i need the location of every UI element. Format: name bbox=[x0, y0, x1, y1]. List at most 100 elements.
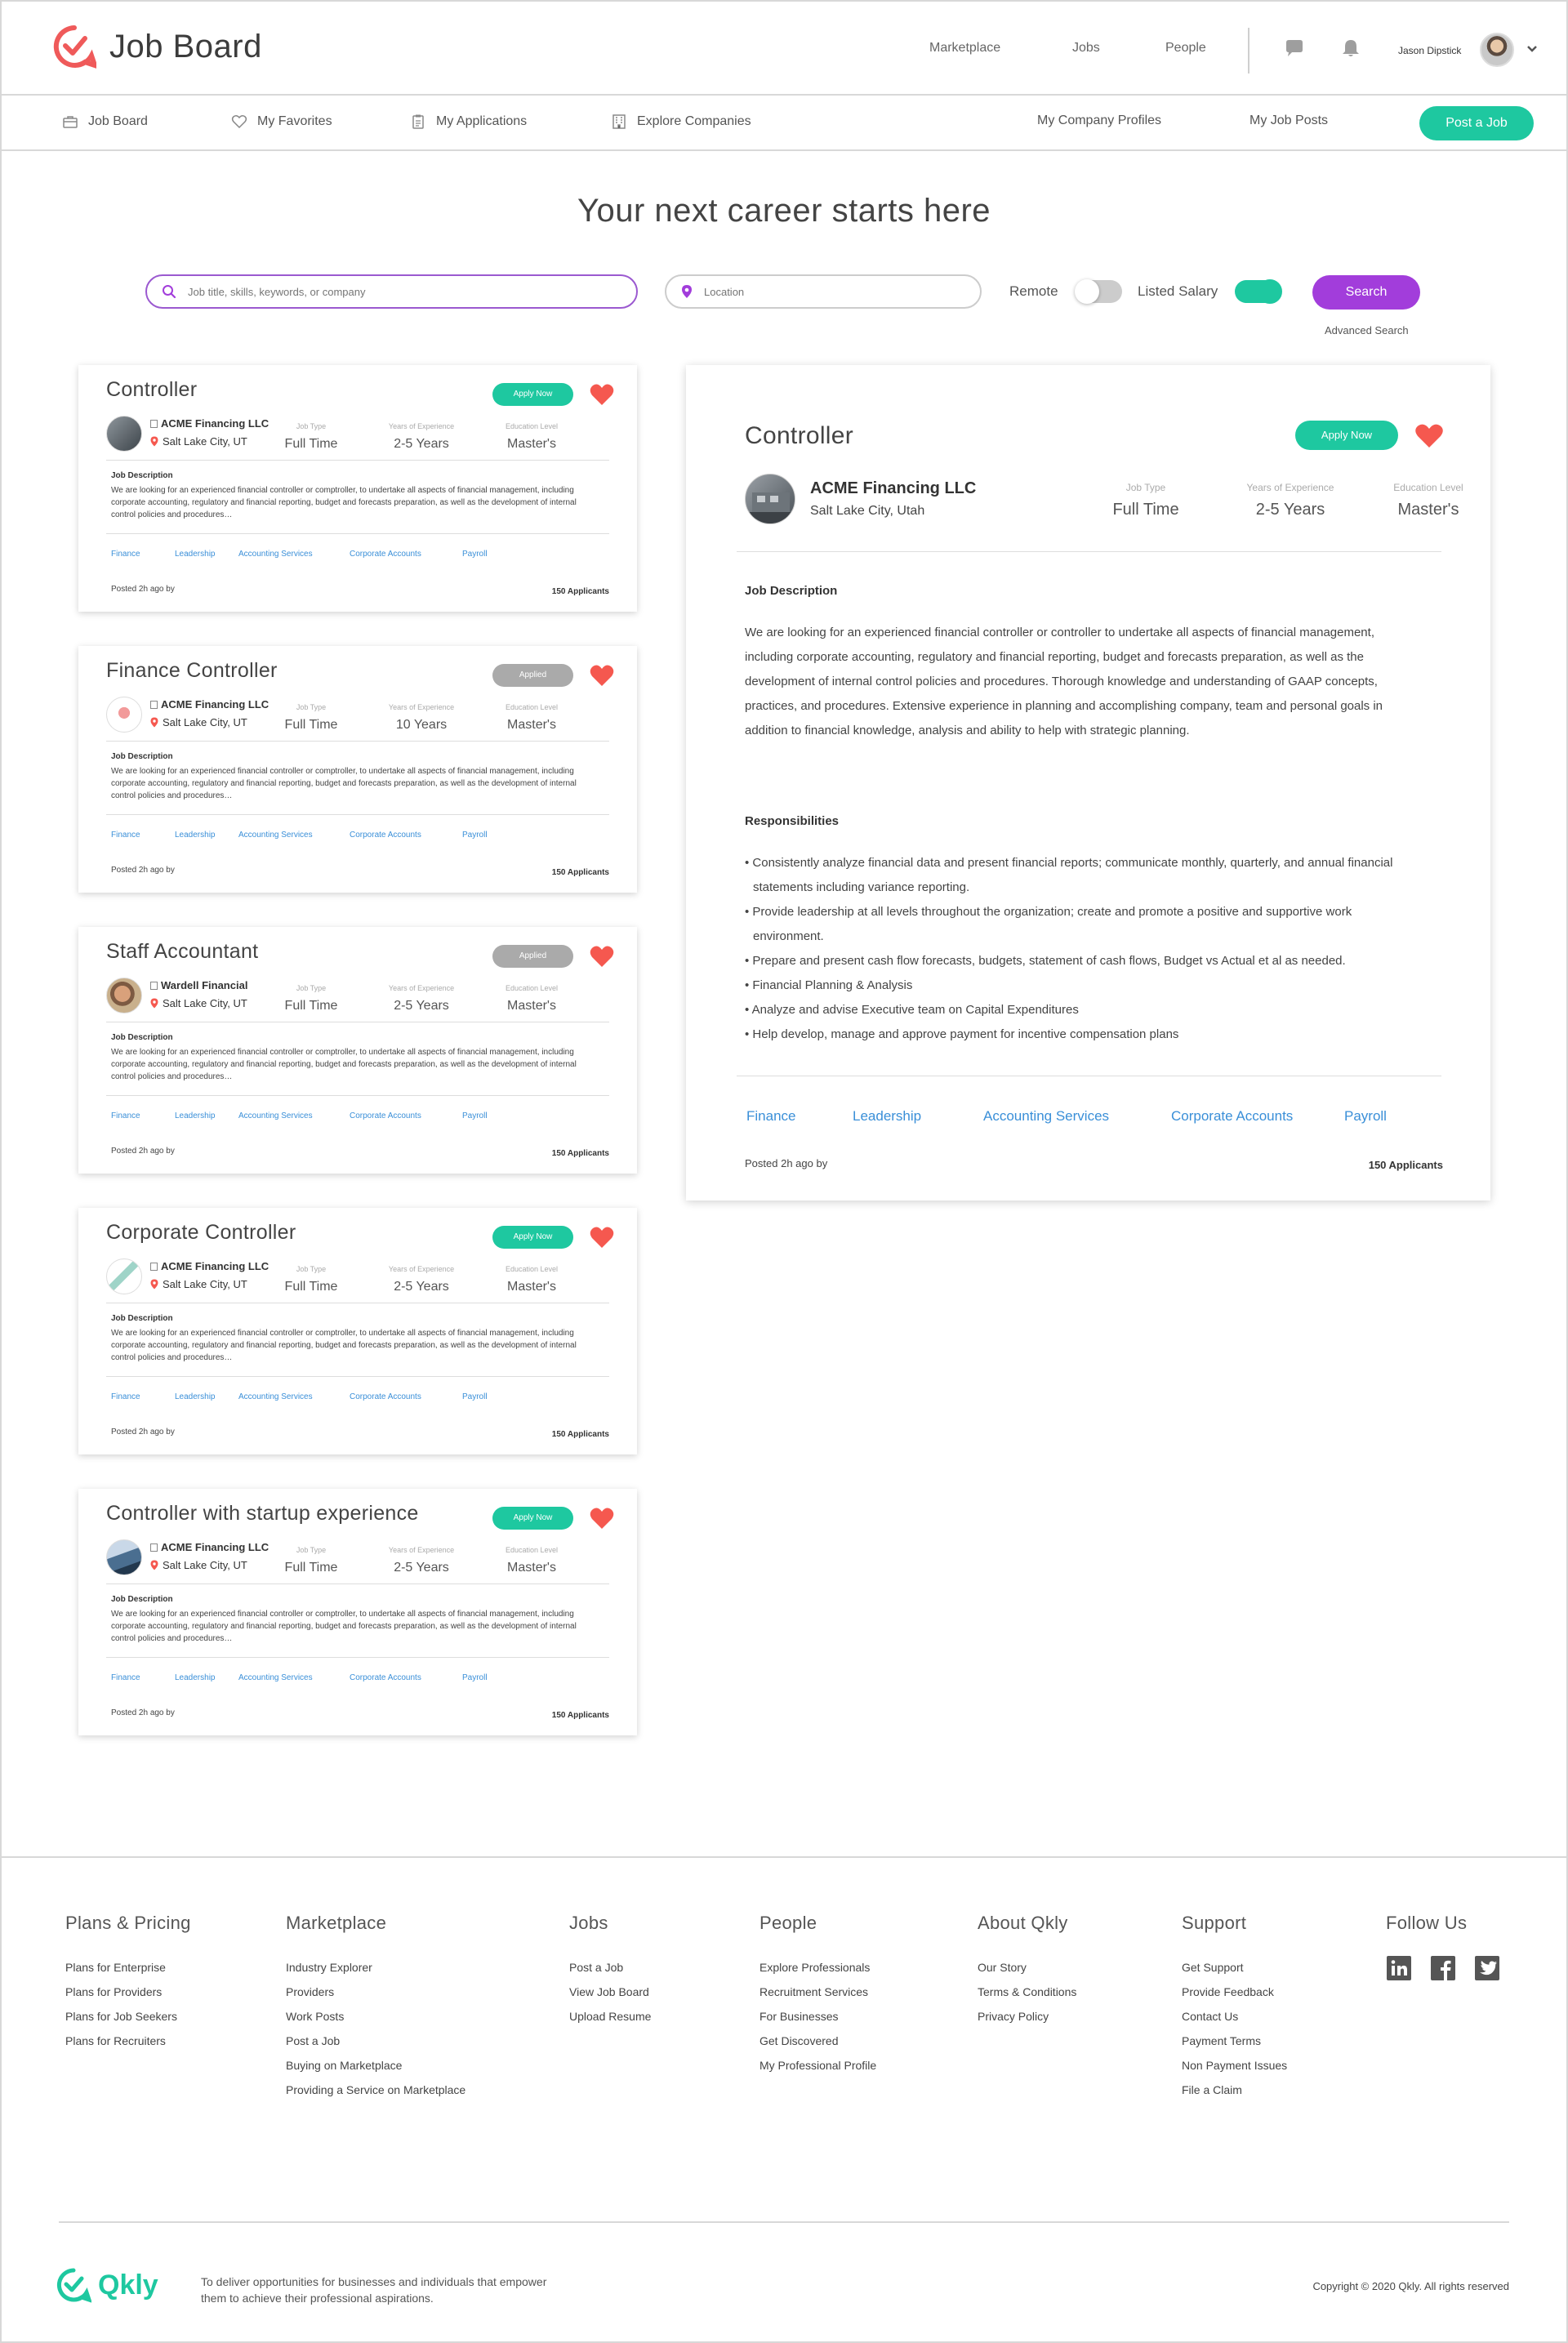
footer-link[interactable]: Upload Resume bbox=[569, 2004, 651, 2029]
facebook-icon[interactable] bbox=[1430, 1955, 1456, 1981]
footer-brand-logo[interactable]: Qkly bbox=[56, 2267, 158, 2303]
footer-link[interactable]: Terms & Conditions bbox=[978, 1980, 1076, 2004]
tag-link[interactable]: Corporate Accounts bbox=[350, 550, 421, 559]
footer-link[interactable]: File a Claim bbox=[1182, 2078, 1287, 2102]
tag-link[interactable]: Payroll bbox=[462, 1673, 488, 1682]
tag-link[interactable]: Payroll bbox=[462, 1392, 488, 1401]
footer-link[interactable]: Post a Job bbox=[569, 1955, 651, 1980]
post-job-button[interactable]: Post a Job bbox=[1419, 106, 1534, 140]
footer-link[interactable]: Non Payment Issues bbox=[1182, 2053, 1287, 2078]
footer-link[interactable]: Get Discovered bbox=[760, 2029, 876, 2053]
job-title[interactable]: Controller with startup experience bbox=[106, 1502, 419, 1526]
job-card[interactable]: Controller Apply Now ACME Financing LLC Sal… bbox=[78, 365, 637, 612]
footer-link[interactable]: For Businesses bbox=[760, 2004, 876, 2029]
tag-link[interactable]: Leadership bbox=[175, 831, 215, 840]
tag-link[interactable]: Leadership bbox=[853, 1108, 921, 1125]
tag-link[interactable]: Accounting Services bbox=[238, 1673, 313, 1682]
chevron-down-icon[interactable] bbox=[1526, 44, 1539, 54]
tag-link[interactable]: Payroll bbox=[462, 550, 488, 559]
footer-link[interactable]: Privacy Policy bbox=[978, 2004, 1076, 2029]
user-avatar[interactable] bbox=[1480, 33, 1514, 67]
tag-link[interactable]: Leadership bbox=[175, 550, 215, 559]
footer-link[interactable]: Contact Us bbox=[1182, 2004, 1287, 2029]
location-field[interactable] bbox=[665, 274, 982, 309]
tag-link[interactable]: Accounting Services bbox=[238, 1111, 313, 1120]
favorite-heart-icon[interactable] bbox=[590, 383, 614, 406]
subnav-explore-companies[interactable]: Explore Companies bbox=[611, 114, 751, 130]
favorite-heart-icon[interactable] bbox=[590, 945, 614, 968]
job-title[interactable]: Finance Controller bbox=[106, 659, 278, 683]
footer-link[interactable]: Work Posts bbox=[286, 2004, 466, 2029]
tag-link[interactable]: Accounting Services bbox=[983, 1108, 1109, 1125]
advanced-search-link[interactable]: Advanced Search bbox=[1325, 324, 1409, 336]
job-card[interactable]: Staff Accountant Applied Wardell Financial… bbox=[78, 927, 637, 1174]
job-title[interactable]: Staff Accountant bbox=[106, 940, 258, 964]
tag-link[interactable]: Corporate Accounts bbox=[1171, 1108, 1293, 1125]
footer-link[interactable]: Providers bbox=[286, 1980, 466, 2004]
nav-people[interactable]: People bbox=[1165, 41, 1206, 56]
footer-link[interactable]: Payment Terms bbox=[1182, 2029, 1287, 2053]
tag-link[interactable]: Accounting Services bbox=[238, 550, 313, 559]
chat-icon[interactable] bbox=[1284, 38, 1305, 59]
tag-link[interactable]: Corporate Accounts bbox=[350, 1673, 421, 1682]
footer-link[interactable]: Explore Professionals bbox=[760, 1955, 876, 1980]
job-card[interactable]: Finance Controller Applied ACME Financing … bbox=[78, 646, 637, 893]
search-input[interactable] bbox=[188, 285, 612, 298]
favorite-heart-icon[interactable] bbox=[590, 1507, 614, 1530]
apply-now-button[interactable]: Apply Now bbox=[492, 1507, 573, 1530]
detail-apply-button[interactable]: Apply Now bbox=[1295, 421, 1398, 450]
tag-link[interactable]: Accounting Services bbox=[238, 831, 313, 840]
footer-link[interactable]: Recruitment Services bbox=[760, 1980, 876, 2004]
footer-link[interactable]: Provide Feedback bbox=[1182, 1980, 1287, 2004]
tag-link[interactable]: Leadership bbox=[175, 1392, 215, 1401]
search-button[interactable]: Search bbox=[1312, 275, 1420, 310]
tag-link[interactable]: Leadership bbox=[175, 1673, 215, 1682]
favorite-heart-icon[interactable] bbox=[590, 664, 614, 687]
job-title[interactable]: Corporate Controller bbox=[106, 1221, 296, 1245]
nav-marketplace[interactable]: Marketplace bbox=[929, 41, 1000, 56]
company-name[interactable]: Wardell Financial bbox=[150, 979, 247, 991]
tag-link[interactable]: Finance bbox=[111, 1392, 140, 1401]
tag-link[interactable]: Leadership bbox=[175, 1111, 215, 1120]
tag-link[interactable]: Payroll bbox=[462, 1111, 488, 1120]
tag-link[interactable]: Finance bbox=[111, 1111, 140, 1120]
footer-link[interactable]: Post a Job bbox=[286, 2029, 466, 2053]
footer-link[interactable]: Industry Explorer bbox=[286, 1955, 466, 1980]
subnav-my-company-profiles[interactable]: My Company Profiles bbox=[1037, 114, 1161, 128]
favorite-heart-icon[interactable] bbox=[590, 1226, 614, 1249]
subnav-job-board[interactable]: Job Board bbox=[62, 114, 148, 130]
detail-company-name[interactable]: ACME Financing LLC bbox=[810, 479, 976, 498]
tag-link[interactable]: Payroll bbox=[1344, 1108, 1387, 1125]
favorite-heart-icon[interactable] bbox=[1414, 423, 1444, 449]
tag-link[interactable]: Corporate Accounts bbox=[350, 1392, 421, 1401]
footer-link[interactable]: Plans for Job Seekers bbox=[65, 2004, 191, 2029]
company-name[interactable]: ACME Financing LLC bbox=[150, 1541, 269, 1553]
footer-link[interactable]: Our Story bbox=[978, 1955, 1076, 1980]
company-name[interactable]: ACME Financing LLC bbox=[150, 1260, 269, 1272]
tag-link[interactable]: Finance bbox=[111, 1673, 140, 1682]
footer-link[interactable]: View Job Board bbox=[569, 1980, 651, 2004]
company-name[interactable]: ACME Financing LLC bbox=[150, 417, 269, 430]
footer-link[interactable]: Plans for Enterprise bbox=[65, 1955, 191, 1980]
footer-link[interactable]: Plans for Recruiters bbox=[65, 2029, 191, 2053]
subnav-my-favorites[interactable]: My Favorites bbox=[231, 114, 332, 130]
tag-link[interactable]: Finance bbox=[111, 831, 140, 840]
remote-toggle[interactable] bbox=[1075, 279, 1122, 304]
job-card[interactable]: Corporate Controller Apply Now ACME Financ… bbox=[78, 1208, 637, 1454]
tag-link[interactable]: Finance bbox=[111, 550, 140, 559]
subnav-my-applications[interactable]: My Applications bbox=[410, 114, 527, 130]
user-name[interactable]: Jason Dipstick bbox=[1398, 45, 1461, 56]
tag-link[interactable]: Payroll bbox=[462, 831, 488, 840]
tag-link[interactable]: Accounting Services bbox=[238, 1392, 313, 1401]
search-field[interactable] bbox=[145, 274, 638, 309]
nav-jobs[interactable]: Jobs bbox=[1072, 41, 1100, 56]
company-name[interactable]: ACME Financing LLC bbox=[150, 698, 269, 710]
tag-link[interactable]: Finance bbox=[746, 1108, 795, 1125]
footer-link[interactable]: Plans for Providers bbox=[65, 1980, 191, 2004]
bell-icon[interactable] bbox=[1340, 38, 1361, 59]
linkedin-icon[interactable] bbox=[1386, 1955, 1412, 1981]
footer-link[interactable]: Get Support bbox=[1182, 1955, 1287, 1980]
job-title[interactable]: Controller bbox=[106, 378, 197, 402]
apply-now-button[interactable]: Apply Now bbox=[492, 383, 573, 406]
listed-salary-toggle[interactable] bbox=[1235, 279, 1282, 304]
